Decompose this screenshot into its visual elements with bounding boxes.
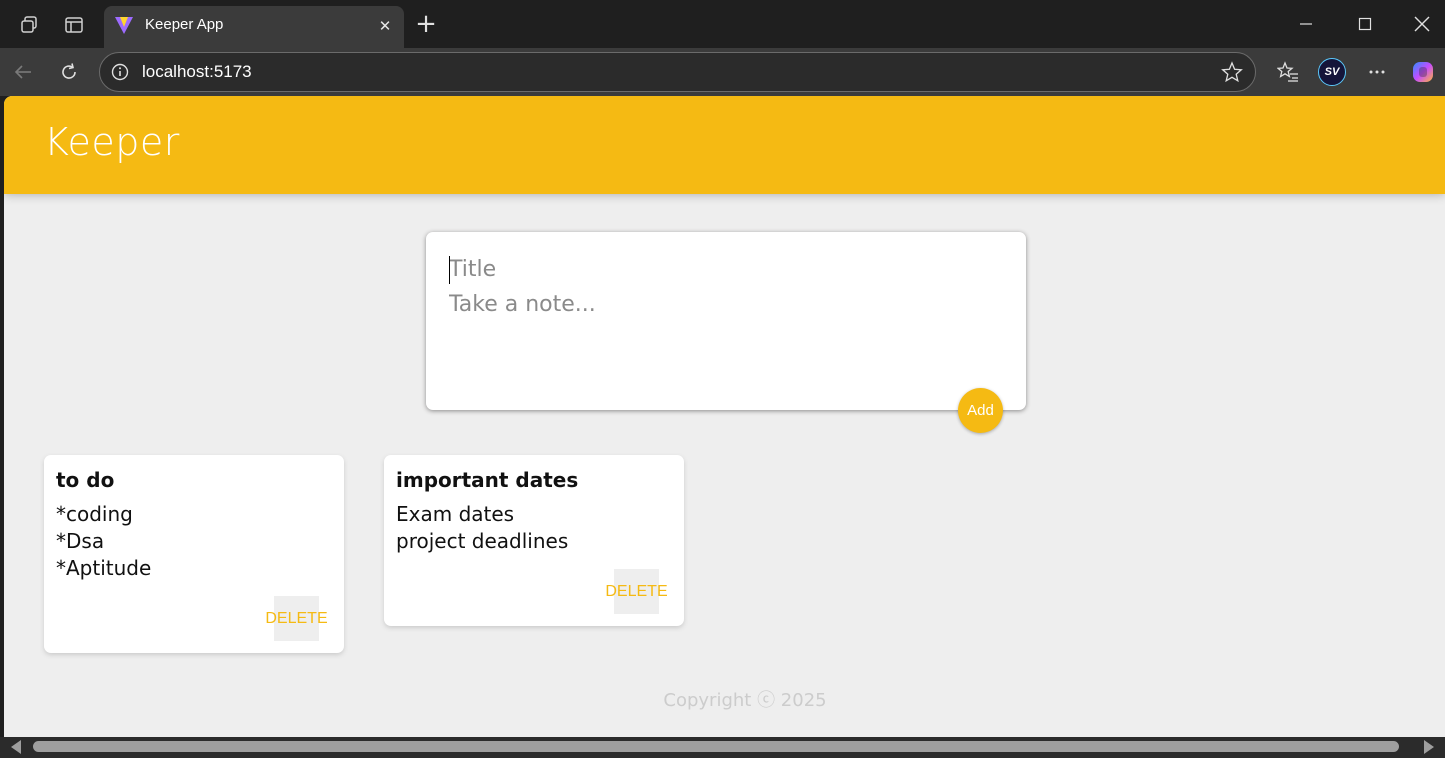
scrollbar-thumb[interactable]: [33, 741, 1399, 752]
address-bar[interactable]: localhost:5173: [99, 52, 1256, 92]
profile-avatar[interactable]: SV: [1318, 58, 1346, 86]
close-window-icon[interactable]: [1410, 12, 1434, 36]
page-viewport: Keeper Add to do *coding *Dsa *Aptitude …: [4, 96, 1445, 737]
note-content-input[interactable]: [449, 292, 1009, 326]
minimize-icon[interactable]: [1294, 12, 1318, 36]
delete-note-button[interactable]: DELETE: [265, 596, 328, 641]
add-note-button[interactable]: Add: [958, 388, 1003, 433]
active-tab[interactable]: Keeper App ✕: [104, 6, 404, 48]
close-tab-icon[interactable]: ✕: [374, 15, 396, 37]
maximize-icon[interactable]: [1353, 12, 1377, 36]
vite-favicon-icon: [114, 15, 134, 35]
note-title: to do: [56, 468, 115, 492]
tab-title: Keeper App: [145, 16, 224, 33]
scroll-left-icon[interactable]: [11, 740, 21, 754]
favorites-icon[interactable]: [1276, 60, 1300, 84]
copilot-icon[interactable]: [1409, 58, 1437, 86]
note-line: *coding: [56, 502, 133, 526]
workspaces-icon[interactable]: [17, 13, 41, 37]
site-info-icon[interactable]: [110, 62, 130, 82]
note-line: *Aptitude: [56, 556, 152, 580]
url-text: localhost:5173: [142, 62, 252, 81]
browser-tab-bar: Keeper App ✕ +: [0, 0, 1445, 48]
note-title-input[interactable]: [449, 252, 1009, 286]
horizontal-scrollbar[interactable]: [0, 737, 1445, 758]
delete-note-button[interactable]: DELETE: [605, 569, 668, 614]
app-header: Keeper: [4, 96, 1445, 194]
more-options-icon[interactable]: [1365, 60, 1389, 84]
app-title: Keeper: [44, 120, 180, 164]
note-card: important dates Exam dates project deadl…: [384, 455, 684, 626]
new-tab-icon[interactable]: +: [413, 9, 439, 39]
scroll-right-icon[interactable]: [1424, 740, 1434, 754]
note-line: Exam dates: [396, 502, 515, 526]
footer: Copyright ⓒ 2025: [4, 686, 1445, 712]
browser-toolbar: localhost:5173 SV: [0, 48, 1445, 96]
create-note-form: [426, 232, 1026, 410]
vertical-tabs-icon[interactable]: [62, 13, 86, 37]
text-cursor: [449, 256, 450, 284]
refresh-icon[interactable]: [57, 60, 81, 84]
note-line: project deadlines: [396, 529, 569, 553]
copyright-text: Copyright ⓒ 2025: [663, 690, 827, 711]
back-arrow-icon[interactable]: [11, 60, 35, 84]
note-title: important dates: [396, 468, 579, 492]
note-card: to do *coding *Dsa *Aptitude DELETE: [44, 455, 344, 653]
favorite-star-icon[interactable]: [1221, 61, 1243, 83]
note-line: *Dsa: [56, 529, 105, 553]
profile-initials: SV: [1324, 66, 1340, 78]
